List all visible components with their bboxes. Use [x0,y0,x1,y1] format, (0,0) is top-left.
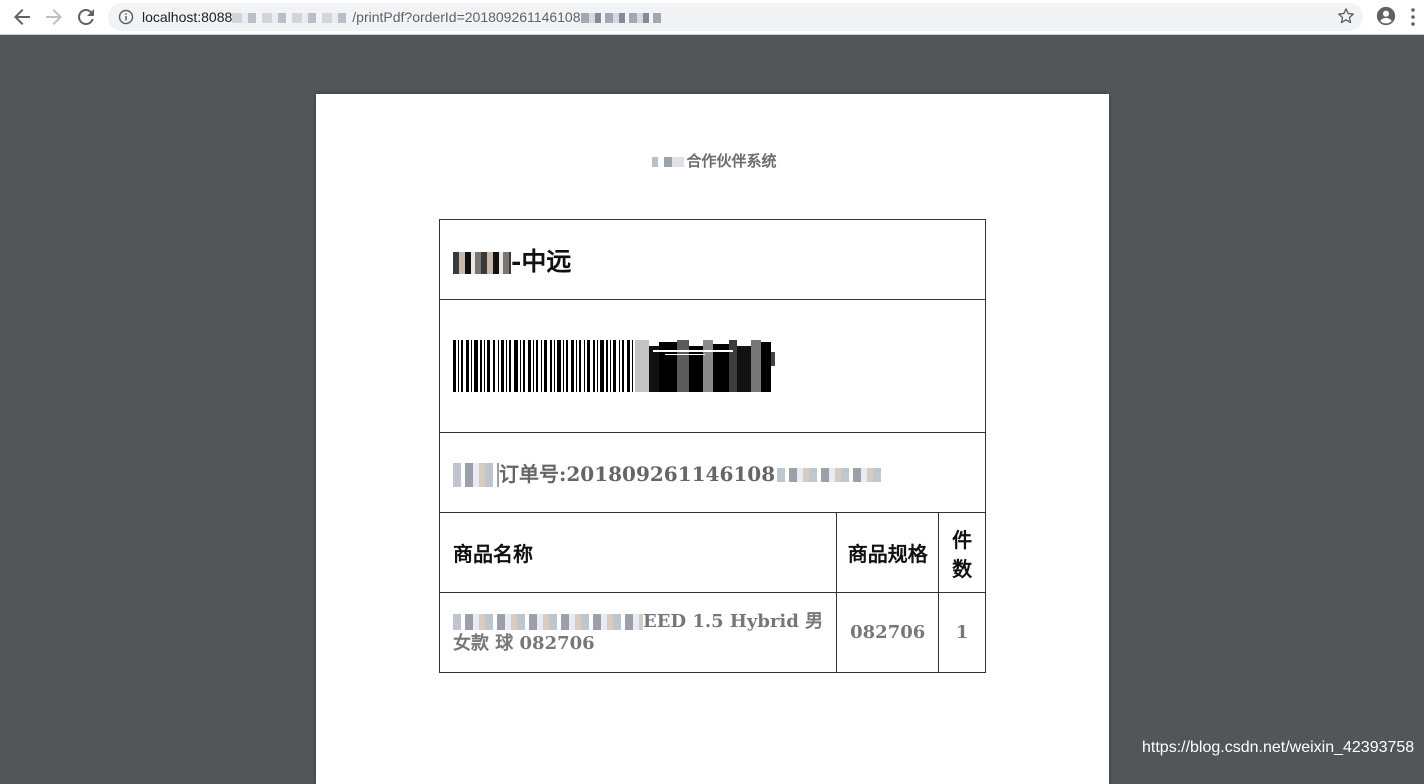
redacted-text [777,468,882,483]
barcode-image [453,340,972,392]
bookmark-star-icon[interactable] [1336,6,1356,26]
item-spec: 082706 [836,592,940,673]
watermark-text: https://blog.csdn.net/weixin_42393758 [1142,739,1415,756]
system-title-text: 合作伙伴系统 [686,152,777,170]
redacted-text [453,252,511,274]
header-quantity: 件数 [938,512,986,593]
redacted-text [648,157,685,167]
account-icon[interactable] [1375,5,1397,27]
header-product-spec: 商品规格 [836,512,940,593]
order-number-cell: 订单号:201809261146108 [439,432,986,513]
system-title: 合作伙伴系统 [316,150,1109,171]
browser-toolbar: localhost:8088/printPdf?orderId=20180926… [0,0,1424,35]
carrier-name: -中远 [511,246,572,276]
redacted-text [453,613,643,630]
header-product-name: 商品名称 [438,512,838,593]
more-menu-icon[interactable] [1410,7,1416,27]
info-icon[interactable] [118,9,134,25]
url-host: localhost:8088 [142,9,233,25]
item-name-cell: EED 1.5 Hybrid 男 女款 球 082706 [438,592,838,673]
item-name: EED 1.5 Hybrid 男 [643,610,824,632]
barcode-cell [439,299,986,433]
redacted-url-segment [232,13,353,24]
reload-icon[interactable] [74,5,98,29]
carrier-cell: -中远 [439,219,986,300]
pdf-page: 合作伙伴系统 -中远 订单号:201809261146108 商品名称 商品规格… [316,94,1109,784]
url-text[interactable]: localhost:8088/printPdf?orderId=20180926… [142,3,661,31]
redacted-text [453,463,499,488]
order-number: 订单号:201809261146108 [499,461,776,486]
item-quantity: 1 [938,592,986,673]
forward-arrow-icon[interactable] [42,5,66,29]
back-arrow-icon[interactable] [10,5,34,29]
url-path: /printPdf?orderId=201809261146108 [352,9,581,25]
shipping-label-table: -中远 订单号:201809261146108 商品名称 商品规格 件数 EED… [438,219,986,673]
item-name-line2: 女款 球 082706 [453,632,595,654]
redacted-url-segment [580,13,661,24]
table-row: EED 1.5 Hybrid 男 女款 球 082706 082706 1 [438,592,986,673]
address-bar[interactable]: localhost:8088/printPdf?orderId=20180926… [108,3,1363,31]
